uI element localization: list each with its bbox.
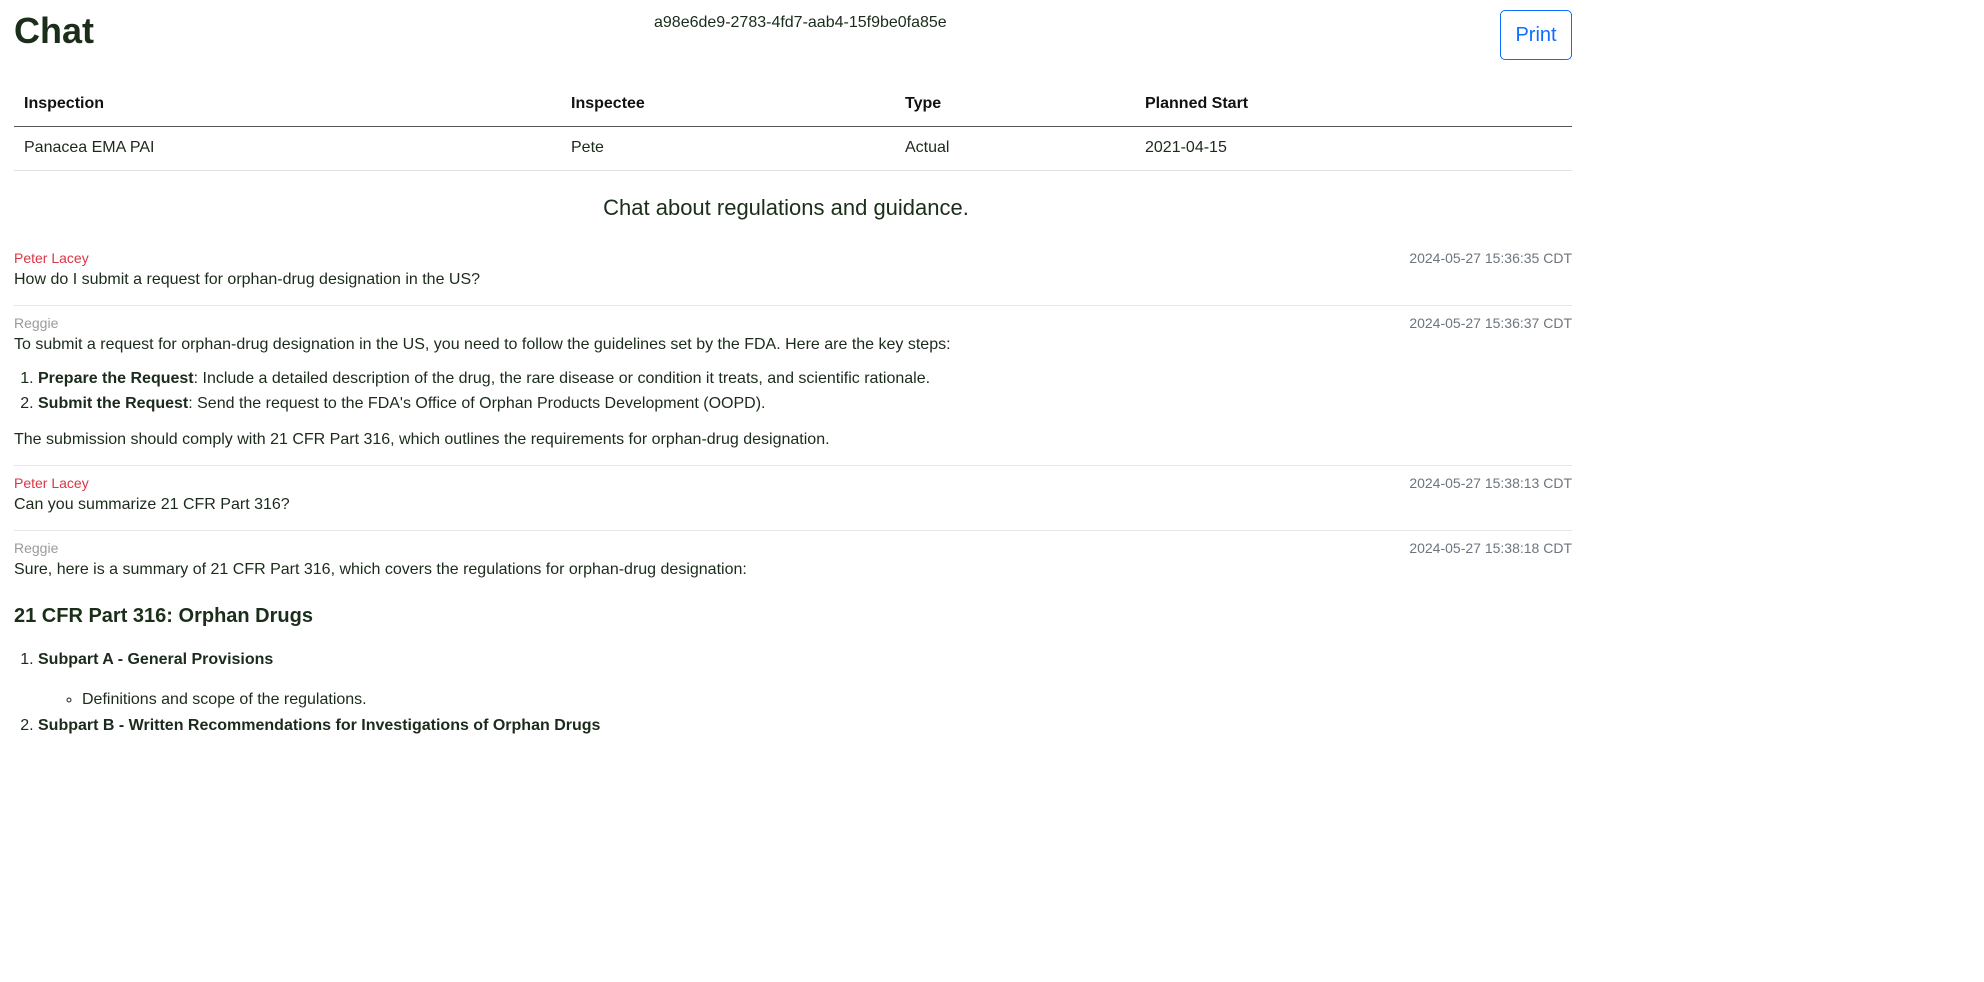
- chat-message: Peter Lacey 2024-05-27 15:38:13 CDT Can …: [14, 466, 1572, 531]
- message-header: Peter Lacey 2024-05-27 15:38:13 CDT: [14, 472, 1572, 494]
- message-author: Peter Lacey: [14, 249, 89, 266]
- print-button[interactable]: Print: [1500, 10, 1572, 60]
- chat-id: a98e6de9-2783-4fd7-aab4-15f9be0fa85e: [654, 14, 947, 31]
- column-header-inspection: Inspection: [14, 82, 561, 127]
- message-body: To submit a request for orphan-drug desi…: [14, 334, 1572, 451]
- chat-page: Chat a98e6de9-2783-4fd7-aab4-15f9be0fa85…: [0, 0, 1572, 773]
- message-text: Sure, here is a summary of 21 CFR Part 3…: [14, 560, 747, 578]
- message-timestamp: 2024-05-27 15:36:37 CDT: [1409, 314, 1572, 331]
- message-header: Reggie 2024-05-27 15:36:37 CDT: [14, 312, 1572, 334]
- column-header-planned-start: Planned Start: [1135, 82, 1572, 127]
- inspection-table: Inspection Inspectee Type Planned Start …: [14, 82, 1572, 171]
- message-text: How do I submit a request for orphan-dru…: [14, 270, 481, 288]
- table-row: Panacea EMA PAI Pete Actual 2021-04-15: [14, 126, 1572, 171]
- message-timestamp: 2024-05-27 15:38:13 CDT: [1409, 474, 1572, 491]
- message-author: Reggie: [14, 314, 59, 331]
- cell-type: Actual: [895, 126, 1135, 171]
- list-item: Subpart B - Written Recommendations for …: [38, 715, 1572, 745]
- column-header-inspectee: Inspectee: [561, 82, 895, 127]
- chat-subtitle: Chat about regulations and guidance.: [603, 194, 969, 220]
- list-item: Prepare the Request: Include a detailed …: [38, 368, 1572, 390]
- message-author: Peter Lacey: [14, 474, 89, 491]
- cell-inspection: Panacea EMA PAI: [14, 126, 561, 171]
- summary-heading: 21 CFR Part 316: Orphan Drugs: [14, 604, 313, 627]
- list-item: Subpart A - General Provisions Definitio…: [38, 649, 1572, 711]
- message-text: To submit a request for orphan-drug desi…: [14, 335, 951, 353]
- message-body: How do I submit a request for orphan-dru…: [14, 269, 1572, 291]
- cell-planned-start: 2021-04-15: [1135, 126, 1572, 171]
- list-item: Submit the Request: Send the request to …: [38, 393, 1572, 415]
- cell-inspectee: Pete: [561, 126, 895, 171]
- chat-message: Reggie 2024-05-27 15:38:18 CDT Sure, her…: [14, 531, 1572, 773]
- page-title: Chat: [14, 10, 94, 51]
- message-timestamp: 2024-05-27 15:36:35 CDT: [1409, 249, 1572, 266]
- page-header: Chat a98e6de9-2783-4fd7-aab4-15f9be0fa85…: [14, 0, 1572, 82]
- message-body: Sure, here is a summary of 21 CFR Part 3…: [14, 559, 1572, 745]
- step-title: Submit the Request: [38, 394, 189, 412]
- chat-message: Peter Lacey 2024-05-27 15:36:35 CDT How …: [14, 241, 1572, 306]
- message-timestamp: 2024-05-27 15:38:18 CDT: [1409, 539, 1572, 556]
- message-header: Reggie 2024-05-27 15:38:18 CDT: [14, 537, 1572, 559]
- message-list: Peter Lacey 2024-05-27 15:36:35 CDT How …: [14, 241, 1572, 773]
- step-text: : Include a detailed description of the …: [193, 369, 931, 387]
- message-text: The submission should comply with 21 CFR…: [14, 430, 830, 448]
- table-header-row: Inspection Inspectee Type Planned Start: [14, 82, 1572, 127]
- step-text: : Send the request to the FDA's Office o…: [188, 394, 766, 412]
- message-body: Can you summarize 21 CFR Part 316?: [14, 494, 1572, 516]
- column-header-type: Type: [895, 82, 1135, 127]
- bullet-item: Definitions and scope of the regulations…: [82, 689, 1572, 711]
- subparts-list: Subpart A - General Provisions Definitio…: [14, 649, 1572, 745]
- steps-list: Prepare the Request: Include a detailed …: [14, 368, 1572, 415]
- step-title: Prepare the Request: [38, 369, 194, 387]
- subpart-bullets: Definitions and scope of the regulations…: [38, 689, 1572, 711]
- subpart-title: Subpart A - General Provisions: [38, 650, 274, 668]
- message-header: Peter Lacey 2024-05-27 15:36:35 CDT: [14, 247, 1572, 269]
- message-text: Can you summarize 21 CFR Part 316?: [14, 495, 290, 513]
- chat-message: Reggie 2024-05-27 15:36:37 CDT To submit…: [14, 306, 1572, 466]
- message-author: Reggie: [14, 539, 59, 556]
- subpart-title: Subpart B - Written Recommendations for …: [38, 716, 601, 734]
